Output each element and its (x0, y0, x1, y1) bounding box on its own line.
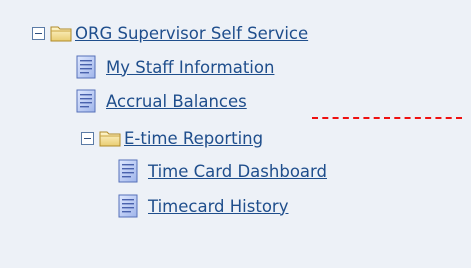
tree-node-time-card-dashboard: Time Card Dashboard (117, 158, 327, 184)
link-timecard-history[interactable]: Timecard History (148, 197, 288, 216)
link-my-staff-information[interactable]: My Staff Information (106, 58, 274, 77)
document-icon (118, 159, 138, 183)
tree-node-org-supervisor-self-service: ORG Supervisor Self Service (32, 20, 308, 46)
tree-node-timecard-history: Timecard History (117, 193, 288, 219)
link-org-supervisor-self-service[interactable]: ORG Supervisor Self Service (75, 24, 308, 43)
navigation-tree: ORG Supervisor Self Service My Staff Inf… (0, 0, 471, 268)
annotation-dashed-line (312, 117, 462, 119)
collapse-icon[interactable] (32, 26, 45, 40)
collapse-icon[interactable] (81, 131, 94, 145)
document-icon (118, 194, 138, 218)
tree-node-my-staff-information: My Staff Information (75, 54, 274, 80)
link-accrual-balances[interactable]: Accrual Balances (106, 92, 247, 111)
document-icon (76, 55, 96, 79)
document-icon (76, 89, 96, 113)
link-e-time-reporting[interactable]: E-time Reporting (124, 129, 263, 148)
folder-icon (50, 26, 72, 42)
link-time-card-dashboard[interactable]: Time Card Dashboard (148, 162, 327, 181)
tree-node-e-time-reporting: E-time Reporting (81, 125, 263, 151)
tree-node-accrual-balances: Accrual Balances (75, 88, 247, 114)
folder-icon (99, 131, 121, 147)
